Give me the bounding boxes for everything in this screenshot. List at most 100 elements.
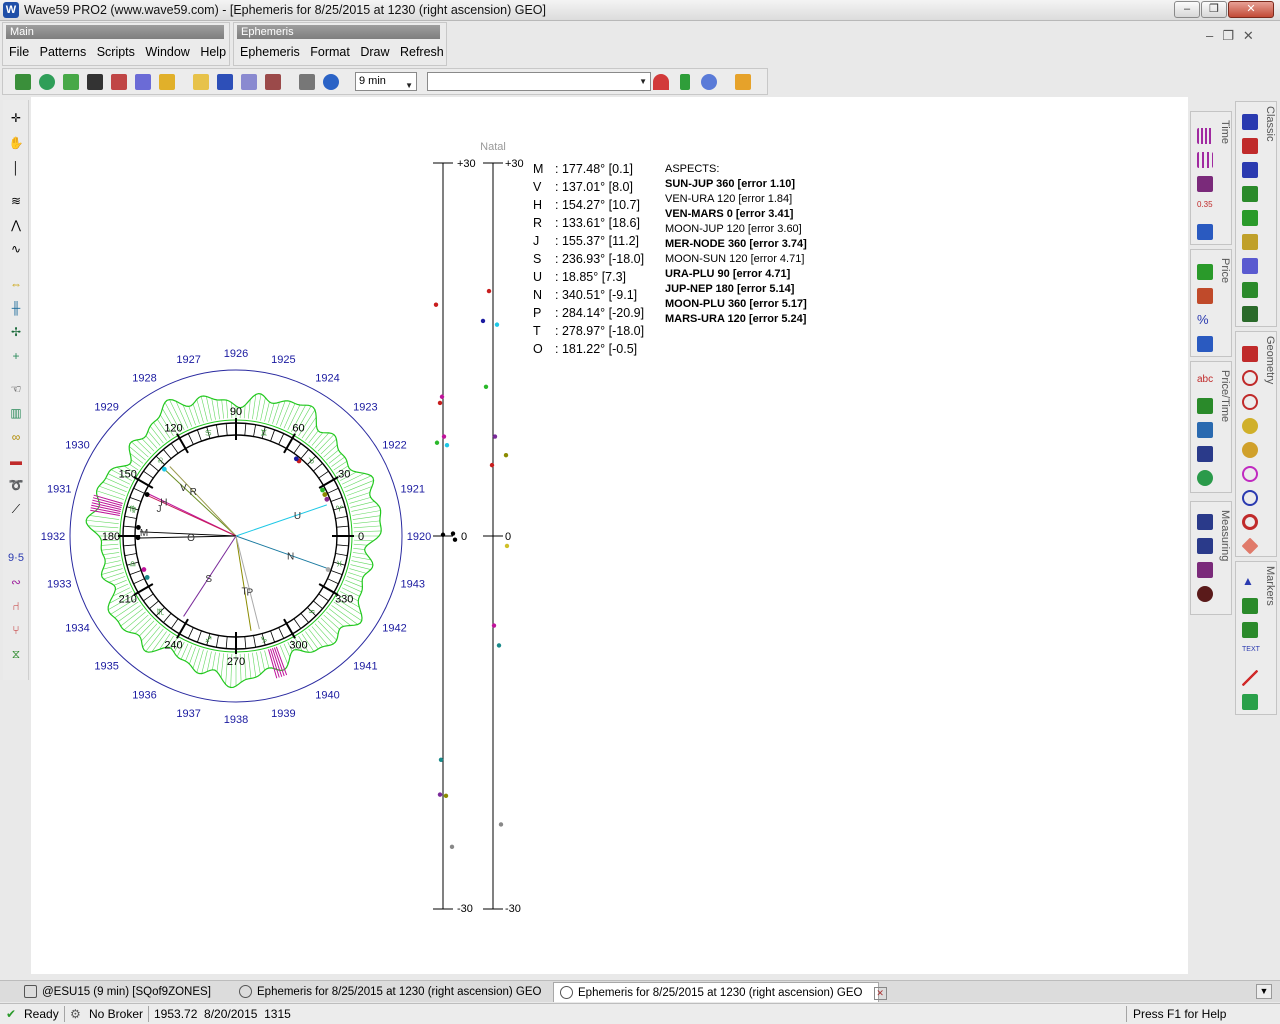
magnet-icon[interactable] — [653, 74, 669, 90]
split-small-icon[interactable]: + — [8, 348, 24, 364]
measure-two-icon[interactable] — [1197, 538, 1213, 554]
eye-icon[interactable] — [701, 74, 717, 90]
refresh-icon[interactable] — [323, 74, 339, 90]
menu-format[interactable]: Format — [310, 45, 350, 59]
tab-time[interactable]: Time — [1219, 120, 1231, 144]
mdi-restore-button[interactable]: ❐ — [1222, 28, 1243, 43]
link-icon[interactable]: ∞ — [8, 429, 24, 445]
sun-icon[interactable] — [1242, 418, 1258, 434]
chart-icon[interactable] — [265, 74, 281, 90]
ellipse-icon[interactable] — [1242, 394, 1258, 410]
menu-refresh[interactable]: Refresh — [400, 45, 444, 59]
nine-five-icon[interactable]: 9·5 — [8, 550, 24, 566]
window-maximize-button[interactable]: ❐ — [1201, 1, 1227, 18]
fan-icon[interactable] — [1242, 186, 1258, 202]
egg-icon[interactable] — [1242, 442, 1258, 458]
channel-icon[interactable] — [1242, 258, 1258, 274]
folder-icon[interactable] — [193, 74, 209, 90]
tree-one-icon[interactable]: ⑁ — [8, 598, 24, 614]
pointer-hand-icon[interactable]: ☜ — [8, 381, 24, 397]
warning-icon[interactable] — [159, 74, 175, 90]
price-fib-icon[interactable] — [1197, 288, 1213, 304]
rocket-icon[interactable] — [111, 74, 127, 90]
save-icon[interactable] — [217, 74, 233, 90]
menu-draw[interactable]: Draw — [360, 45, 389, 59]
diamond-icon[interactable] — [1241, 537, 1259, 555]
target-icon[interactable] — [1197, 586, 1213, 602]
measure-one-icon[interactable] — [1197, 514, 1213, 530]
film-icon[interactable] — [87, 74, 103, 90]
gann-icon[interactable] — [1242, 138, 1258, 154]
car-icon[interactable]: ▬ — [8, 453, 24, 469]
window-minimize-button[interactable]: – — [1174, 1, 1200, 18]
box-icon[interactable] — [1242, 694, 1258, 710]
lasso-icon[interactable]: ➰ — [8, 477, 24, 493]
sine-icon[interactable]: ∾ — [8, 574, 24, 590]
tab-price[interactable]: Price — [1219, 258, 1231, 283]
pattern-icon[interactable]: ⋀ — [8, 217, 24, 233]
text-marker-icon[interactable]: TEXT — [1242, 646, 1260, 662]
save-as-icon[interactable] — [241, 74, 257, 90]
window-close-button[interactable]: ✕ — [1228, 1, 1274, 18]
price-levels-icon[interactable] — [1197, 264, 1213, 280]
updown-arrow-icon[interactable] — [680, 74, 690, 90]
mdi-close-button[interactable]: ✕ — [1243, 28, 1263, 43]
curve-icon[interactable]: ∿ — [8, 241, 24, 257]
tab-classic[interactable]: Classic — [1264, 106, 1276, 141]
arc-icon[interactable] — [1242, 346, 1258, 362]
tab-geometry[interactable]: Geometry — [1264, 336, 1276, 384]
search-icon[interactable] — [39, 74, 55, 90]
square-icon[interactable] — [1242, 282, 1258, 298]
menu-patterns[interactable]: Patterns — [40, 45, 87, 59]
mdi-minimize-button[interactable]: – — [1206, 28, 1222, 43]
add-icon[interactable] — [63, 74, 79, 90]
wave-count-icon[interactable]: ≋ — [8, 193, 24, 209]
percent-icon[interactable]: % — [1197, 312, 1213, 328]
andrews-icon[interactable] — [1242, 114, 1258, 130]
new-chart-icon[interactable] — [15, 74, 31, 90]
up-arrow-icon[interactable]: ▲ — [1242, 574, 1258, 590]
h-measure-icon[interactable]: ⇔ — [8, 276, 24, 292]
trash-icon[interactable]: ▥ — [8, 405, 24, 421]
time-cycle-icon[interactable] — [1197, 152, 1213, 168]
line-icon[interactable] — [1242, 670, 1258, 686]
print-icon[interactable] — [299, 74, 315, 90]
layout-icon[interactable] — [735, 74, 751, 90]
time-fib-icon[interactable] — [1197, 176, 1213, 192]
hand-icon[interactable]: ✋ — [8, 135, 24, 151]
price-time-curve-icon[interactable] — [1197, 398, 1213, 414]
cursor-line-icon[interactable]: │ — [8, 160, 24, 176]
close-tab-icon[interactable]: ✕ — [873, 987, 887, 1000]
text-abc-icon[interactable]: abc — [1197, 374, 1213, 390]
price-time-fan-icon[interactable] — [1197, 446, 1213, 462]
v-bars-icon[interactable]: ╫ — [8, 300, 24, 316]
symbol-select[interactable]: ▼ — [427, 72, 651, 91]
menu-window[interactable]: Window — [145, 45, 189, 59]
grid-icon[interactable] — [1242, 210, 1258, 226]
measure-three-icon[interactable] — [1197, 562, 1213, 578]
tab-measuring[interactable]: Measuring — [1219, 510, 1231, 561]
bullseye-icon[interactable] — [1242, 514, 1258, 530]
time-bars-icon[interactable] — [1197, 128, 1213, 144]
ruler-icon[interactable]: ⟋ — [8, 501, 24, 517]
tab-esu15-chart[interactable]: @ESU15 (9 min) [SQof9ZONES] — [18, 982, 232, 1002]
marker-two-icon[interactable] — [1242, 622, 1258, 638]
crosshair-icon[interactable]: ✛ — [8, 110, 24, 126]
price-time-spiral-icon[interactable] — [1197, 470, 1213, 486]
interval-select[interactable]: 9 min ▼ — [355, 72, 417, 91]
time-ratio-icon[interactable]: 0.35 — [1197, 200, 1213, 216]
tree-two-icon[interactable]: ⑂ — [8, 622, 24, 638]
split-icon[interactable]: ✢ — [8, 324, 24, 340]
circle-icon[interactable] — [1242, 370, 1258, 386]
pitchfork-icon[interactable] — [1242, 162, 1258, 178]
box-grid-icon[interactable] — [1242, 306, 1258, 322]
time-line-icon[interactable] — [1197, 224, 1213, 240]
menu-help[interactable]: Help — [200, 45, 226, 59]
price-line-icon[interactable] — [1197, 336, 1213, 352]
wave-icon[interactable] — [135, 74, 151, 90]
tabs-menu-button[interactable]: ▼ — [1256, 984, 1272, 999]
tab-markers[interactable]: Markers — [1264, 566, 1276, 606]
rings-icon[interactable] — [1242, 466, 1258, 482]
menu-ephemeris[interactable]: Ephemeris — [240, 45, 300, 59]
marker-one-icon[interactable] — [1242, 598, 1258, 614]
